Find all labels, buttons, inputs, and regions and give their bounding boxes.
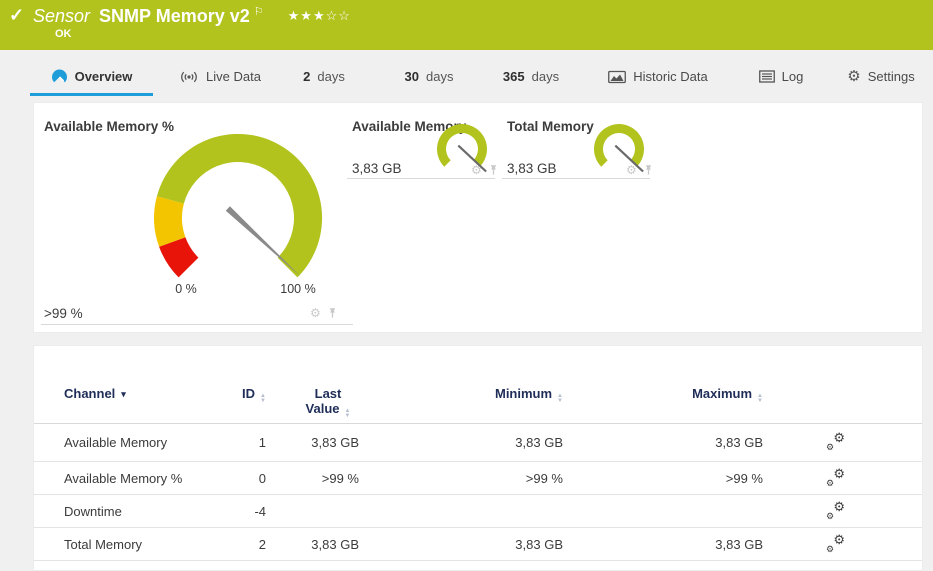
tab-label: days [317,69,344,84]
tab-label: days [426,69,453,84]
tab-historic-data[interactable]: Historic Data [602,60,714,93]
tab-label: Live Data [206,69,261,84]
tab-label: Overview [75,69,133,84]
cell-id: 2 [234,537,266,552]
small-gauge-title: Total Memory [507,119,594,134]
gauge-icon [51,69,68,85]
sensor-tab-bar: Overview Live Data 2 days 30 days 365 da… [0,60,933,96]
pin-icon[interactable] [488,164,499,176]
cell-last-value: 3,83 GB [266,537,359,552]
cell-channel[interactable]: Total Memory [64,537,234,552]
channel-settings-icon[interactable]: ⚙⚙ [825,470,847,487]
header-maximum[interactable]: Maximum▲▼ [563,386,763,404]
status-badge: OK [55,28,72,40]
cell-divider [502,178,650,179]
cell-maximum: >99 % [563,471,763,486]
tab-overview[interactable]: Overview [30,60,153,96]
gauge-cell-actions: ⚙ [471,164,499,176]
header-last-value[interactable]: Last Value▲▼ [266,386,359,419]
small-gauge-value: 3,83 GB [507,161,557,176]
cell-channel[interactable]: Available Memory % [64,471,234,486]
cell-minimum: 3,83 GB [359,435,563,450]
pin-icon[interactable] [643,164,654,176]
tab-label: Log [782,69,804,84]
channel-settings-icon[interactable]: ⚙⚙ [825,536,847,553]
channel-table-panel: Channel▾ ID▲▼ Last Value▲▼ Minimum▲▼ Max… [33,345,923,571]
gauge-scale-max: 100 % [280,282,315,296]
tab-label: Settings [868,69,915,84]
flag-icon[interactable]: ⚐ [254,5,264,18]
table-row[interactable]: Available Memory 1 3,83 GB 3,83 GB 3,83 … [34,424,922,462]
status-ok-check-icon: ✓ [9,5,24,26]
channel-table-header: Channel▾ ID▲▼ Last Value▲▼ Minimum▲▼ Max… [34,346,922,424]
cell-id: 0 [234,471,266,486]
primary-gauge: 0 % 100 % [148,133,328,301]
settings-gear-icon: ⚙ [847,69,860,84]
channel-settings-icon[interactable]: ⚙⚙ [825,503,847,520]
cell-channel[interactable]: Available Memory [64,435,234,450]
sort-desc-icon: ▾ [121,389,126,399]
tab-label: days [532,69,559,84]
table-row[interactable]: Downtime -4 ⚙⚙ [34,495,922,528]
cell-channel[interactable]: Downtime [64,504,234,519]
tab-day-count: 30 [405,69,419,84]
tab-log[interactable]: Log [750,60,812,93]
gauge-cell-actions: ⚙ [310,307,338,319]
gauge-settings-icon[interactable]: ⚙ [626,164,637,176]
tab-settings[interactable]: ⚙ Settings [842,60,920,93]
header-id[interactable]: ID▲▼ [234,386,266,404]
table-row[interactable]: Available Memory % 0 >99 % >99 % >99 % ⚙… [34,462,922,495]
table-row[interactable]: Total Memory 2 3,83 GB 3,83 GB 3,83 GB ⚙… [34,528,922,561]
cell-divider [41,324,353,325]
gauge-cell-actions: ⚙ [626,164,654,176]
tab-live-data[interactable]: Live Data [172,60,268,93]
cell-minimum: >99 % [359,471,563,486]
cell-maximum: 3,83 GB [563,435,763,450]
priority-stars[interactable]: ★★★☆☆ [288,8,351,24]
cell-id: 1 [234,435,266,450]
header-channel[interactable]: Channel▾ [64,386,234,401]
cell-minimum: 3,83 GB [359,537,563,552]
gauge-settings-icon[interactable]: ⚙ [471,164,482,176]
stars-empty: ☆☆ [326,8,351,23]
pin-icon[interactable] [327,307,338,319]
sensor-title: Sensor SNMP Memory v2 ⚐ ★★★☆☆ [33,6,351,27]
object-kind-label: Sensor [33,6,90,27]
overview-gauges-panel: Available Memory % 0 % 100 % >99 % ⚙ Ava… [33,102,923,333]
channel-settings-icon[interactable]: ⚙⚙ [825,434,847,451]
small-gauge-value: 3,83 GB [352,161,402,176]
sort-icon[interactable]: ▲▼ [345,409,351,419]
live-data-icon [179,70,199,84]
cell-id: -4 [234,504,266,519]
tab-365-days[interactable]: 365 days [488,60,574,93]
gauge-settings-icon[interactable]: ⚙ [310,307,321,319]
tab-2-days[interactable]: 2 days [288,60,360,93]
cell-last-value: 3,83 GB [266,435,359,450]
sort-icon[interactable]: ▲▼ [757,394,763,404]
sensor-name: SNMP Memory v2 [99,6,250,27]
header-minimum[interactable]: Minimum▲▼ [359,386,563,404]
tab-day-count: 2 [303,69,310,84]
cell-last-value: >99 % [266,471,359,486]
log-list-icon [759,70,775,83]
primary-gauge-value: >99 % [44,306,83,321]
historic-chart-icon [608,70,626,84]
stars-filled: ★★★ [288,8,326,23]
primary-gauge-title: Available Memory % [44,119,174,134]
cell-divider [347,178,495,179]
tab-day-count: 365 [503,69,525,84]
sensor-status-banner: ✓ Sensor SNMP Memory v2 ⚐ ★★★☆☆ OK [0,0,933,50]
gauge-scale-min: 0 % [175,282,197,296]
tab-30-days[interactable]: 30 days [390,60,468,93]
cell-maximum: 3,83 GB [563,537,763,552]
tab-label: Historic Data [633,69,707,84]
